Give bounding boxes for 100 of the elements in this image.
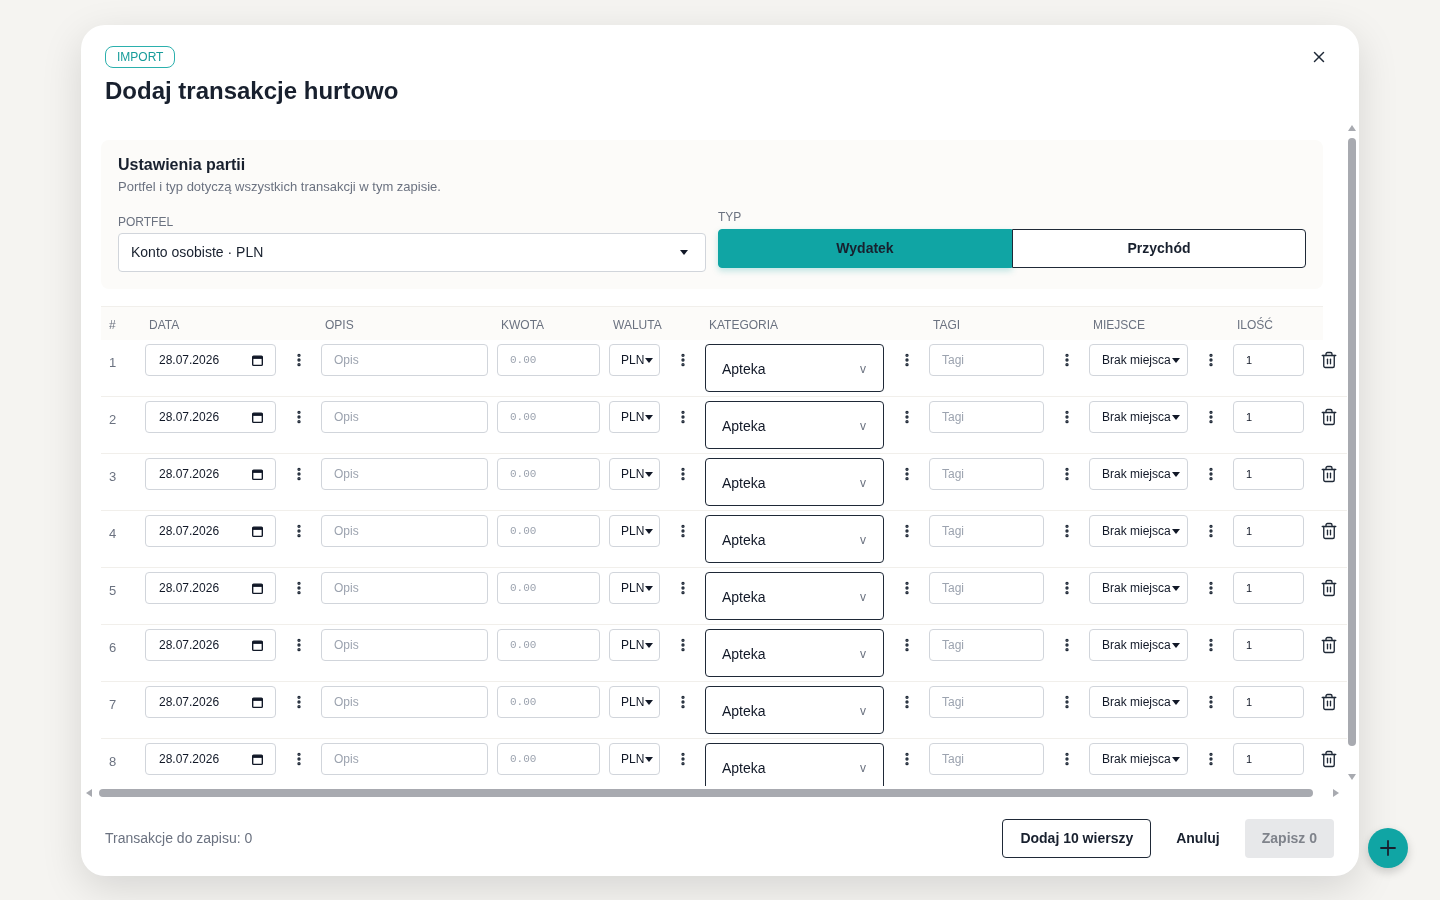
amount-field[interactable]: 0.00 [497,686,600,718]
category-select[interactable]: Apteka v [705,743,884,786]
dropdown-caret: v [860,418,866,435]
place-select[interactable]: Brak miejsca [1089,686,1188,718]
description-field[interactable]: Opis [321,458,488,490]
tags-field[interactable]: Tagi [929,686,1044,718]
date-field[interactable]: 28.07.2026 [145,572,276,604]
calendar-icon[interactable] [252,639,263,651]
place-select[interactable]: Brak miejsca [1089,401,1188,433]
amount-field[interactable]: 0.00 [497,458,600,490]
date-field[interactable]: 28.07.2026 [145,743,276,775]
category-select[interactable]: Apteka v [705,401,884,449]
description-field[interactable]: Opis [321,743,488,775]
calendar-icon[interactable] [252,354,263,366]
amount-field[interactable]: 0.00 [497,629,600,661]
trash-icon[interactable] [1320,408,1338,426]
currency-select[interactable]: PLN [609,515,660,547]
quantity-field[interactable]: 1 [1233,743,1304,775]
currency-select[interactable]: PLN [609,629,660,661]
type-toggle-option[interactable]: Wydatek [718,229,1012,268]
quantity-field[interactable]: 1 [1233,629,1304,661]
description-field[interactable]: Opis [321,572,488,604]
description-field[interactable]: Opis [321,344,488,376]
quantity-field[interactable]: 1 [1233,458,1304,490]
place-select[interactable]: Brak miejsca [1089,629,1188,661]
calendar-icon[interactable] [252,582,263,594]
currency-select[interactable]: PLN [609,458,660,490]
trash-icon[interactable] [1320,465,1338,483]
calendar-icon[interactable] [252,411,263,423]
tags-field[interactable]: Tagi [929,458,1044,490]
tags-field[interactable]: Tagi [929,401,1044,433]
dropdown-caret: v [860,703,866,720]
trash-icon[interactable] [1320,693,1338,711]
category-select[interactable]: Apteka v [705,572,884,620]
tags-field[interactable]: Tagi [929,743,1044,775]
place-select[interactable]: Brak miejsca [1089,743,1188,775]
quantity-field[interactable]: 1 [1233,572,1304,604]
tags-field[interactable]: Tagi [929,629,1044,661]
section-description: Portfel i typ dotyczą wszystkich transakcji w tym zapisie. [118,178,441,196]
amount-field[interactable]: 0.00 [497,515,600,547]
calendar-icon[interactable] [252,468,263,480]
row-number: 7 [109,697,117,712]
description-field[interactable]: Opis [321,629,488,661]
place-select[interactable]: Brak miejsca [1089,344,1188,376]
type-toggle-option[interactable]: Przychód [1012,229,1306,268]
row-number: 3 [109,469,117,484]
trash-icon[interactable] [1320,636,1338,654]
date-field[interactable]: 28.07.2026 [145,401,276,433]
tags-field[interactable]: Tagi [929,515,1044,547]
tags-field[interactable]: Tagi [929,344,1044,376]
date-field[interactable]: 28.07.2026 [145,344,276,376]
quantity-field[interactable]: 1 [1233,686,1304,718]
date-field[interactable]: 28.07.2026 [145,515,276,547]
trash-icon[interactable] [1320,351,1338,369]
amount-field[interactable]: 0.00 [497,743,600,775]
calendar-icon[interactable] [252,525,263,537]
calendar-icon[interactable] [252,753,263,765]
place-select[interactable]: Brak miejsca [1089,515,1188,547]
wallet-select[interactable]: Konto osobiste · PLN [118,233,706,272]
place-select[interactable]: Brak miejsca [1089,458,1188,490]
date-field[interactable]: 28.07.2026 [145,686,276,718]
column-header: KATEGORIA [709,317,779,332]
place-select[interactable]: Brak miejsca [1089,572,1188,604]
trash-icon[interactable] [1320,750,1338,768]
currency-select[interactable]: PLN [609,344,660,376]
add-floating-button[interactable] [1368,828,1408,868]
description-field[interactable]: Opis [321,686,488,718]
footer-button[interactable]: Dodaj 10 wierszy [1002,818,1152,858]
category-select[interactable]: Apteka v [705,344,884,392]
amount-field[interactable]: 0.00 [497,572,600,604]
category-select[interactable]: Apteka v [705,629,884,677]
vertical-scrollbar-thumb[interactable] [1348,138,1356,746]
category-select[interactable]: Apteka v [705,458,884,506]
quantity-field[interactable]: 1 [1233,344,1304,376]
date-field[interactable]: 28.07.2026 [145,629,276,661]
footer-button[interactable]: Anuluj [1164,818,1232,858]
currency-select[interactable]: PLN [609,401,660,433]
currency-select[interactable]: PLN [609,572,660,604]
trash-icon[interactable] [1320,522,1338,540]
currency-select[interactable]: PLN [609,743,660,775]
row-number: 5 [109,583,117,598]
quantity-field[interactable]: 1 [1233,401,1304,433]
caret-down-icon [1171,699,1180,705]
category-select[interactable]: Apteka v [705,686,884,734]
column-header: DATA [149,317,180,332]
horizontal-scrollbar-thumb[interactable] [99,789,1313,797]
description-field[interactable]: Opis [321,515,488,547]
amount-field[interactable]: 0.00 [497,401,600,433]
quantity-field[interactable]: 1 [1233,515,1304,547]
description-field[interactable]: Opis [321,401,488,433]
date-field[interactable]: 28.07.2026 [145,458,276,490]
dialog-title: Dodaj transakcje hurtowo [105,76,399,106]
tags-field[interactable]: Tagi [929,572,1044,604]
caret-down-icon [1171,756,1180,762]
caret-down-icon [1171,357,1180,363]
category-select[interactable]: Apteka v [705,515,884,563]
currency-select[interactable]: PLN [609,686,660,718]
calendar-icon[interactable] [252,696,263,708]
trash-icon[interactable] [1320,579,1338,597]
amount-field[interactable]: 0.00 [497,344,600,376]
